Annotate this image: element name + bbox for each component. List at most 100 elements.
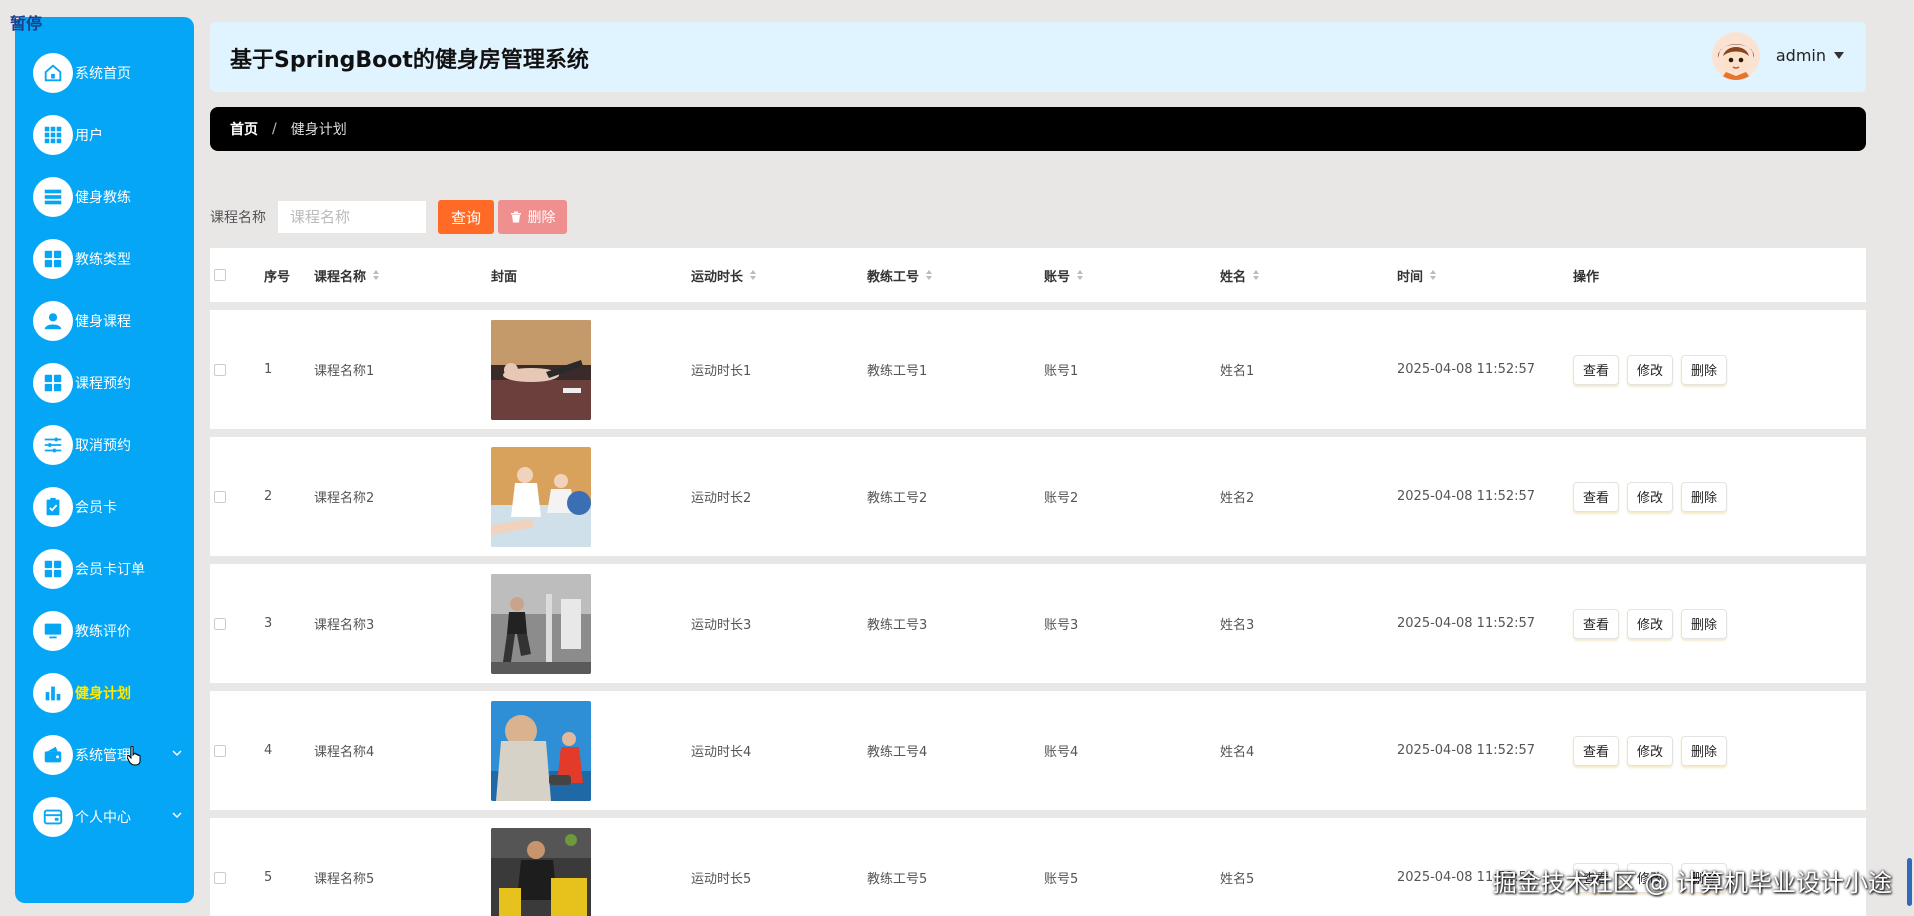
sidebar-item-cancel-bookings[interactable]: 取消预约 [15,414,194,476]
sidebar-item-label: 用户 [75,128,103,144]
header-time[interactable]: 时间 [1397,248,1437,302]
sidebar-item-member-card[interactable]: 会员卡 [15,476,194,538]
batch-delete-label: 删除 [527,210,556,226]
row-select-cell [214,310,226,429]
cover-image[interactable] [491,319,591,420]
sidebar-item-card-orders[interactable]: 会员卡订单 [15,538,194,600]
row-checkbox[interactable] [214,363,226,376]
breadcrumb-separator: / [272,121,277,137]
course-name-search-input[interactable] [278,201,426,233]
trash-icon [510,211,521,223]
sidebar-item-users[interactable]: 用户 [15,104,194,166]
table-row: 1 课程名称1 运动时长1 教练工号1 账号1 姓名1 2025-04-08 1… [210,310,1866,429]
edit-button[interactable]: 修改 [1627,608,1673,639]
row-index: 2 [264,489,273,504]
table-row: 2 课程名称2 运动时长2 教练工号2 账号2 姓名2 2025-04-08 1… [210,437,1866,556]
wallet-icon [33,735,73,775]
sort-icon [1253,270,1260,280]
bar-chart-icon [33,673,73,713]
row-account: 账号5 [1044,872,1079,887]
select-all-cell [214,248,226,302]
row-checkbox[interactable] [214,617,226,630]
clipboard-check-icon [33,487,73,527]
edit-button[interactable]: 修改 [1627,481,1673,512]
app-title: 基于SpringBoot的健身房管理系统 [230,48,589,73]
row-index: 1 [264,362,273,377]
cover-image[interactable] [491,446,591,547]
breadcrumb-current: 健身计划 [290,122,347,138]
sidebar-item-label: 会员卡订单 [75,562,145,578]
header-account[interactable]: 账号 [1044,248,1084,302]
row-name: 姓名2 [1220,491,1255,506]
scrollbar-thumb[interactable] [1907,858,1912,906]
sort-icon [750,270,757,280]
row-course: 课程名称4 [314,745,375,760]
pause-label: 暂停 [10,14,43,33]
cover-image[interactable] [491,700,591,801]
row-checkbox[interactable] [214,871,226,884]
sidebar-item-coach-reviews[interactable]: 教练评价 [15,600,194,662]
sidebar-item-courses[interactable]: 健身课程 [15,290,194,352]
sidebar-item-label: 会员卡 [75,500,117,516]
cover-cell [491,818,591,916]
apps-icon [33,239,73,279]
row-course: 课程名称1 [314,364,375,379]
sidebar-item-label: 取消预约 [75,438,131,454]
delete-button[interactable]: 删除 [1681,481,1727,512]
row-actions: 查看 修改 删除 [1573,310,1735,429]
table-row: 4 课程名称4 运动时长4 教练工号4 账号4 姓名4 2025-04-08 1… [210,691,1866,810]
sidebar-item-home[interactable]: 系统首页 [15,42,194,104]
header-duration-label: 运动时长 [691,269,744,285]
avatar[interactable] [1712,32,1760,80]
sidebar-item-label: 系统首页 [75,66,131,82]
sidebar-item-label: 教练类型 [75,252,131,268]
cover-image[interactable] [491,573,591,674]
sort-icon [1430,270,1437,280]
delete-button[interactable]: 删除 [1681,608,1727,639]
user-name[interactable]: admin [1776,46,1826,65]
view-button[interactable]: 查看 [1573,735,1619,766]
sidebar-item-label: 课程预约 [75,376,131,392]
view-button[interactable]: 查看 [1573,608,1619,639]
sidebar-item-coach-types[interactable]: 教练类型 [15,228,194,290]
sidebar-item-coaches[interactable]: 健身教练 [15,166,194,228]
row-course: 课程名称3 [314,618,375,633]
header-time-label: 时间 [1397,269,1424,285]
sidebar-item-system-admin[interactable]: 系统管理 [15,724,194,786]
sliders-icon [33,425,73,465]
query-button[interactable]: 查询 [438,200,494,234]
cover-image[interactable] [491,827,591,916]
breadcrumb-home[interactable]: 首页 [230,119,258,139]
row-coach-id: 教练工号3 [867,618,928,633]
home-icon [33,53,73,93]
view-button[interactable]: 查看 [1573,354,1619,385]
grid-icon [33,115,73,155]
edit-button[interactable]: 修改 [1627,735,1673,766]
header-coach-id[interactable]: 教练工号 [867,248,933,302]
header-duration[interactable]: 运动时长 [691,248,757,302]
header-name[interactable]: 姓名 [1220,248,1260,302]
batch-delete-button[interactable]: 删除 [498,200,567,234]
row-name: 姓名4 [1220,745,1255,760]
edit-button[interactable]: 修改 [1627,354,1673,385]
row-checkbox[interactable] [214,744,226,757]
chevron-down-icon [172,812,182,819]
header-course[interactable]: 课程名称 [314,248,380,302]
sidebar-item-bookings[interactable]: 课程预约 [15,352,194,414]
header-index: 序号 [264,269,291,285]
row-actions: 查看 修改 删除 [1573,437,1735,556]
caret-down-icon[interactable] [1834,52,1844,60]
sidebar-item-fitness-plan[interactable]: 健身计划 [15,662,194,724]
delete-button[interactable]: 删除 [1681,735,1727,766]
row-coach-id: 教练工号5 [867,872,928,887]
sidebar-item-personal-center[interactable]: 个人中心 [15,786,194,848]
header-course-label: 课程名称 [314,269,367,285]
view-button[interactable]: 查看 [1573,481,1619,512]
search-label: 课程名称 [210,210,266,226]
row-checkbox[interactable] [214,490,226,503]
select-all-checkbox[interactable] [214,269,226,281]
header-name-label: 姓名 [1220,269,1247,285]
table-header: 序号 课程名称 封面 运动时长 教练工号 账号 姓名 时间 操作 [210,248,1866,302]
sort-icon [373,270,380,280]
delete-button[interactable]: 删除 [1681,354,1727,385]
